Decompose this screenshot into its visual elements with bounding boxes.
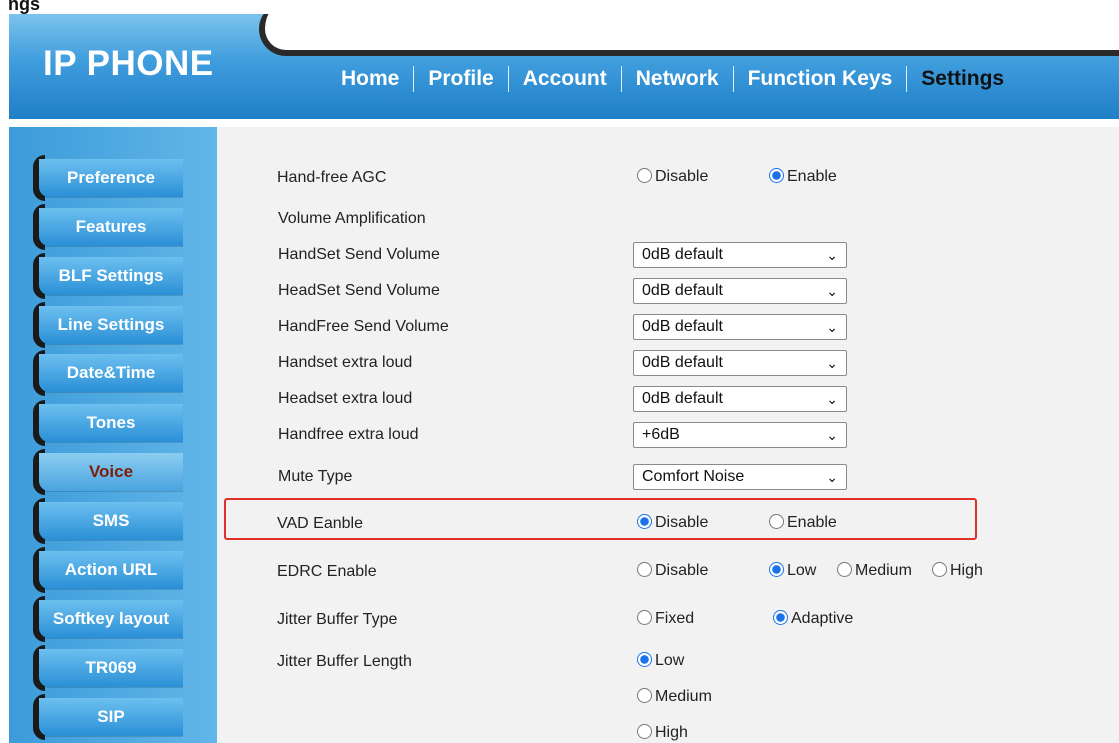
sidebar-item-blf-settings[interactable]: BLF Settings (9, 253, 183, 299)
chevron-down-icon: ⌄ (826, 283, 838, 299)
sidebar-item-label[interactable]: Line Settings (39, 306, 183, 344)
handset-send-volume-select[interactable]: 0dB default ⌄ (633, 242, 847, 268)
nav-profile[interactable]: Profile (414, 67, 507, 91)
handfree-extra-loud-select[interactable]: +6dB ⌄ (633, 422, 847, 448)
sidebar: Preference Features BLF Settings Line Se… (9, 127, 217, 743)
handfree-send-volume-label: HandFree Send Volume (278, 318, 449, 335)
chevron-down-icon: ⌄ (826, 247, 838, 263)
headset-send-volume-label: HeadSet Send Volume (278, 282, 440, 299)
header-banner: IP PHONE Home Profile Account Network Fu… (9, 14, 1119, 119)
sidebar-item-label[interactable]: Date&Time (39, 354, 183, 392)
page-heading-fragment: ngs (8, 0, 41, 14)
chevron-down-icon: ⌄ (826, 391, 838, 407)
vad-enable-label: VAD Eanble (277, 515, 363, 532)
voice-settings-panel: Hand-free AGC Disable Enable Volume Ampl… (217, 127, 1119, 743)
sidebar-item-label[interactable]: Tones (39, 404, 183, 442)
headset-extra-loud-select[interactable]: 0dB default ⌄ (633, 386, 847, 412)
handfree-send-volume-select[interactable]: 0dB default ⌄ (633, 314, 847, 340)
sidebar-item-label[interactable]: Softkey layout (39, 600, 183, 638)
radio-selected-icon[interactable] (769, 562, 784, 577)
jitter-adaptive-option[interactable]: Adaptive (773, 610, 853, 628)
nav-account[interactable]: Account (509, 67, 621, 91)
jitter-buffer-length-label: Jitter Buffer Length (277, 653, 412, 670)
edrc-low-option[interactable]: Low (769, 562, 816, 580)
jitter-buffer-type-label: Jitter Buffer Type (277, 611, 398, 628)
nav-network[interactable]: Network (622, 67, 733, 91)
radio-selected-icon[interactable] (769, 168, 784, 183)
sidebar-item-features[interactable]: Features (9, 204, 183, 250)
vad-enable-option[interactable]: Enable (769, 514, 837, 532)
jitter-length-low-option[interactable]: Low (637, 652, 684, 670)
edrc-enable-label: EDRC Enable (277, 563, 377, 580)
chevron-down-icon: ⌄ (826, 319, 838, 335)
radio-icon[interactable] (637, 688, 652, 703)
sidebar-item-label[interactable]: Action URL (39, 551, 183, 589)
sidebar-item-label[interactable]: TR069 (39, 649, 183, 687)
radio-icon[interactable] (837, 562, 852, 577)
sidebar-item-label[interactable]: SIP (39, 698, 183, 736)
headset-extra-loud-label: Headset extra loud (278, 390, 413, 407)
sidebar-item-label[interactable]: Preference (39, 159, 183, 197)
handfree-agc-label: Hand-free AGC (277, 169, 387, 186)
radio-icon[interactable] (769, 514, 784, 529)
radio-icon[interactable] (932, 562, 947, 577)
sidebar-item-voice[interactable]: Voice (9, 449, 183, 495)
sidebar-item-label[interactable]: Features (39, 208, 183, 246)
handset-extra-loud-label: Handset extra loud (278, 354, 413, 371)
edrc-disable-option[interactable]: Disable (637, 562, 708, 580)
edrc-medium-option[interactable]: Medium (837, 562, 912, 580)
radio-selected-icon[interactable] (637, 652, 652, 667)
mute-type-select[interactable]: Comfort Noise ⌄ (633, 464, 847, 490)
sidebar-item-softkey-layout[interactable]: Softkey layout (9, 596, 183, 642)
chevron-down-icon: ⌄ (826, 469, 838, 485)
radio-icon[interactable] (637, 610, 652, 625)
top-strip: ngs (0, 0, 1119, 14)
handfree-extra-loud-label: Handfree extra loud (278, 426, 419, 443)
handfree-agc-disable[interactable]: Disable (637, 168, 708, 186)
sidebar-item-label[interactable]: BLF Settings (39, 257, 183, 295)
sidebar-item-sip[interactable]: SIP (9, 694, 183, 740)
sidebar-item-label[interactable]: Voice (39, 453, 183, 491)
sidebar-item-line-settings[interactable]: Line Settings (9, 302, 183, 348)
chevron-down-icon: ⌄ (826, 427, 838, 443)
edrc-high-option[interactable]: High (932, 562, 983, 580)
sidebar-item-sms[interactable]: SMS (9, 498, 183, 544)
sidebar-item-tones[interactable]: Tones (9, 400, 183, 446)
radio-selected-icon[interactable] (773, 610, 788, 625)
radio-selected-icon[interactable] (637, 514, 652, 529)
top-nav: Home Profile Account Network Function Ke… (327, 64, 1018, 94)
handfree-agc-enable[interactable]: Enable (769, 168, 837, 186)
header-tab-shape (259, 14, 1119, 56)
sidebar-item-preference[interactable]: Preference (9, 155, 183, 201)
nav-home[interactable]: Home (327, 67, 413, 91)
nav-settings[interactable]: Settings (907, 67, 1018, 91)
logo: IP PHONE (43, 44, 214, 83)
headset-send-volume-select[interactable]: 0dB default ⌄ (633, 278, 847, 304)
handset-extra-loud-select[interactable]: 0dB default ⌄ (633, 350, 847, 376)
sidebar-item-action-url[interactable]: Action URL (9, 547, 183, 593)
radio-icon[interactable] (637, 562, 652, 577)
jitter-length-medium-option[interactable]: Medium (637, 688, 712, 706)
sidebar-item-tr069[interactable]: TR069 (9, 645, 183, 691)
mute-type-label: Mute Type (278, 468, 353, 485)
sidebar-item-label[interactable]: SMS (39, 502, 183, 540)
vad-disable-option[interactable]: Disable (637, 514, 708, 532)
nav-function-keys[interactable]: Function Keys (734, 67, 907, 91)
chevron-down-icon: ⌄ (826, 355, 838, 371)
jitter-fixed-option[interactable]: Fixed (637, 610, 694, 628)
jitter-length-high-option[interactable]: High (637, 724, 688, 742)
radio-icon[interactable] (637, 168, 652, 183)
sidebar-item-date-time[interactable]: Date&Time (9, 350, 183, 396)
radio-icon[interactable] (637, 724, 652, 739)
volume-amplification-label: Volume Amplification (278, 210, 426, 227)
handset-send-volume-label: HandSet Send Volume (278, 246, 440, 263)
